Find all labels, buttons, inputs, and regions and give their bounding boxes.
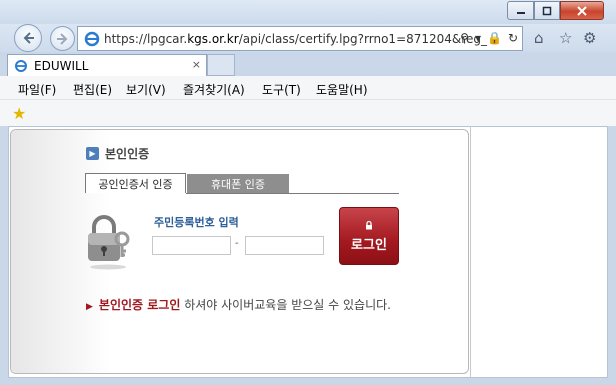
page-title: 본인인증 — [105, 147, 150, 161]
dropdown-icon[interactable]: ▾ — [475, 31, 481, 45]
bullet-icon: ▶ — [86, 302, 93, 312]
navigation-bar: https://lpgcar.kgs.or.kr/api/class/certi… — [0, 24, 616, 52]
menu-tools[interactable]: 도구(T) — [262, 81, 301, 98]
certify-panel — [10, 129, 469, 374]
login-button[interactable]: 로그인 — [339, 207, 399, 265]
window-titlebar — [0, 0, 616, 26]
lock-icon[interactable]: 🔒 — [487, 31, 502, 45]
settings-gear-icon[interactable]: ⚙ — [583, 29, 596, 47]
notice-strong: 본인인증 로그인 — [98, 298, 181, 312]
menu-bar: 파일(F) 편집(E) 보기(V) 즐겨찾기(A) 도구(T) 도움말(H) — [0, 76, 616, 100]
rrn-dash: - — [235, 238, 239, 249]
back-button[interactable] — [14, 24, 42, 52]
address-url: https://lpgcar.kgs.or.kr/api/class/certi… — [104, 31, 487, 46]
tab-close-icon[interactable]: × — [192, 58, 201, 71]
minimize-icon — [516, 11, 525, 14]
close-window-button[interactable] — [560, 1, 604, 20]
maximize-icon — [542, 6, 552, 15]
ie-logo-icon — [84, 31, 100, 46]
search-icon[interactable]: ⚲ — [460, 31, 469, 45]
lock-icon — [366, 220, 372, 229]
back-arrow-icon — [23, 32, 34, 44]
notice-text: ▶ 본인인증 로그인 하셔야 사이버교육을 받으실 수 있습니다. — [86, 296, 391, 313]
address-bar[interactable]: https://lpgcar.kgs.or.kr/api/class/certi… — [77, 26, 523, 51]
arrow-box-icon: ▶ — [86, 147, 99, 160]
forward-arrow-icon — [56, 32, 67, 45]
ie-logo-icon — [15, 59, 27, 72]
rrn-front-input[interactable] — [152, 236, 231, 255]
maximize-button[interactable] — [534, 1, 560, 20]
add-favorites-icon[interactable]: ★ — [12, 104, 26, 123]
page-heading: ▶ 본인인증 — [86, 145, 149, 162]
tab-certificate[interactable]: 공인인증서 인증 — [85, 173, 186, 193]
minimize-button[interactable] — [507, 1, 534, 20]
menu-edit[interactable]: 편집(E) — [73, 81, 112, 98]
new-tab-button[interactable] — [207, 54, 235, 76]
notice-rest: 하셔야 사이버교육을 받으실 수 있습니다. — [180, 298, 391, 312]
page-divider — [470, 126, 471, 378]
menu-favorites[interactable]: 즐겨찾기(A) — [183, 81, 245, 98]
tab-underline — [186, 193, 399, 194]
forward-button[interactable] — [50, 26, 75, 51]
tab-title: EDUWILL — [34, 58, 89, 73]
rrn-label: 주민등록번호 입력 — [154, 216, 239, 229]
lock-key-icon — [88, 215, 130, 270]
close-icon — [577, 5, 587, 16]
menu-file[interactable]: 파일(F) — [18, 81, 56, 98]
favorites-star-icon[interactable]: ☆ — [559, 29, 572, 47]
tab-bar: EDUWILL × — [0, 52, 616, 76]
refresh-icon[interactable]: ↻ — [508, 31, 518, 45]
tab-eduwill[interactable]: EDUWILL × — [7, 54, 207, 76]
menu-view[interactable]: 보기(V) — [126, 81, 166, 98]
favorites-bar: ★ — [0, 100, 616, 126]
login-label: 로그인 — [351, 237, 387, 253]
menu-help[interactable]: 도움말(H) — [316, 81, 368, 98]
rrn-back-input[interactable] — [245, 236, 324, 255]
tab-phone[interactable]: 휴대폰 인증 — [187, 174, 289, 193]
home-icon[interactable]: ⌂ — [534, 29, 544, 47]
